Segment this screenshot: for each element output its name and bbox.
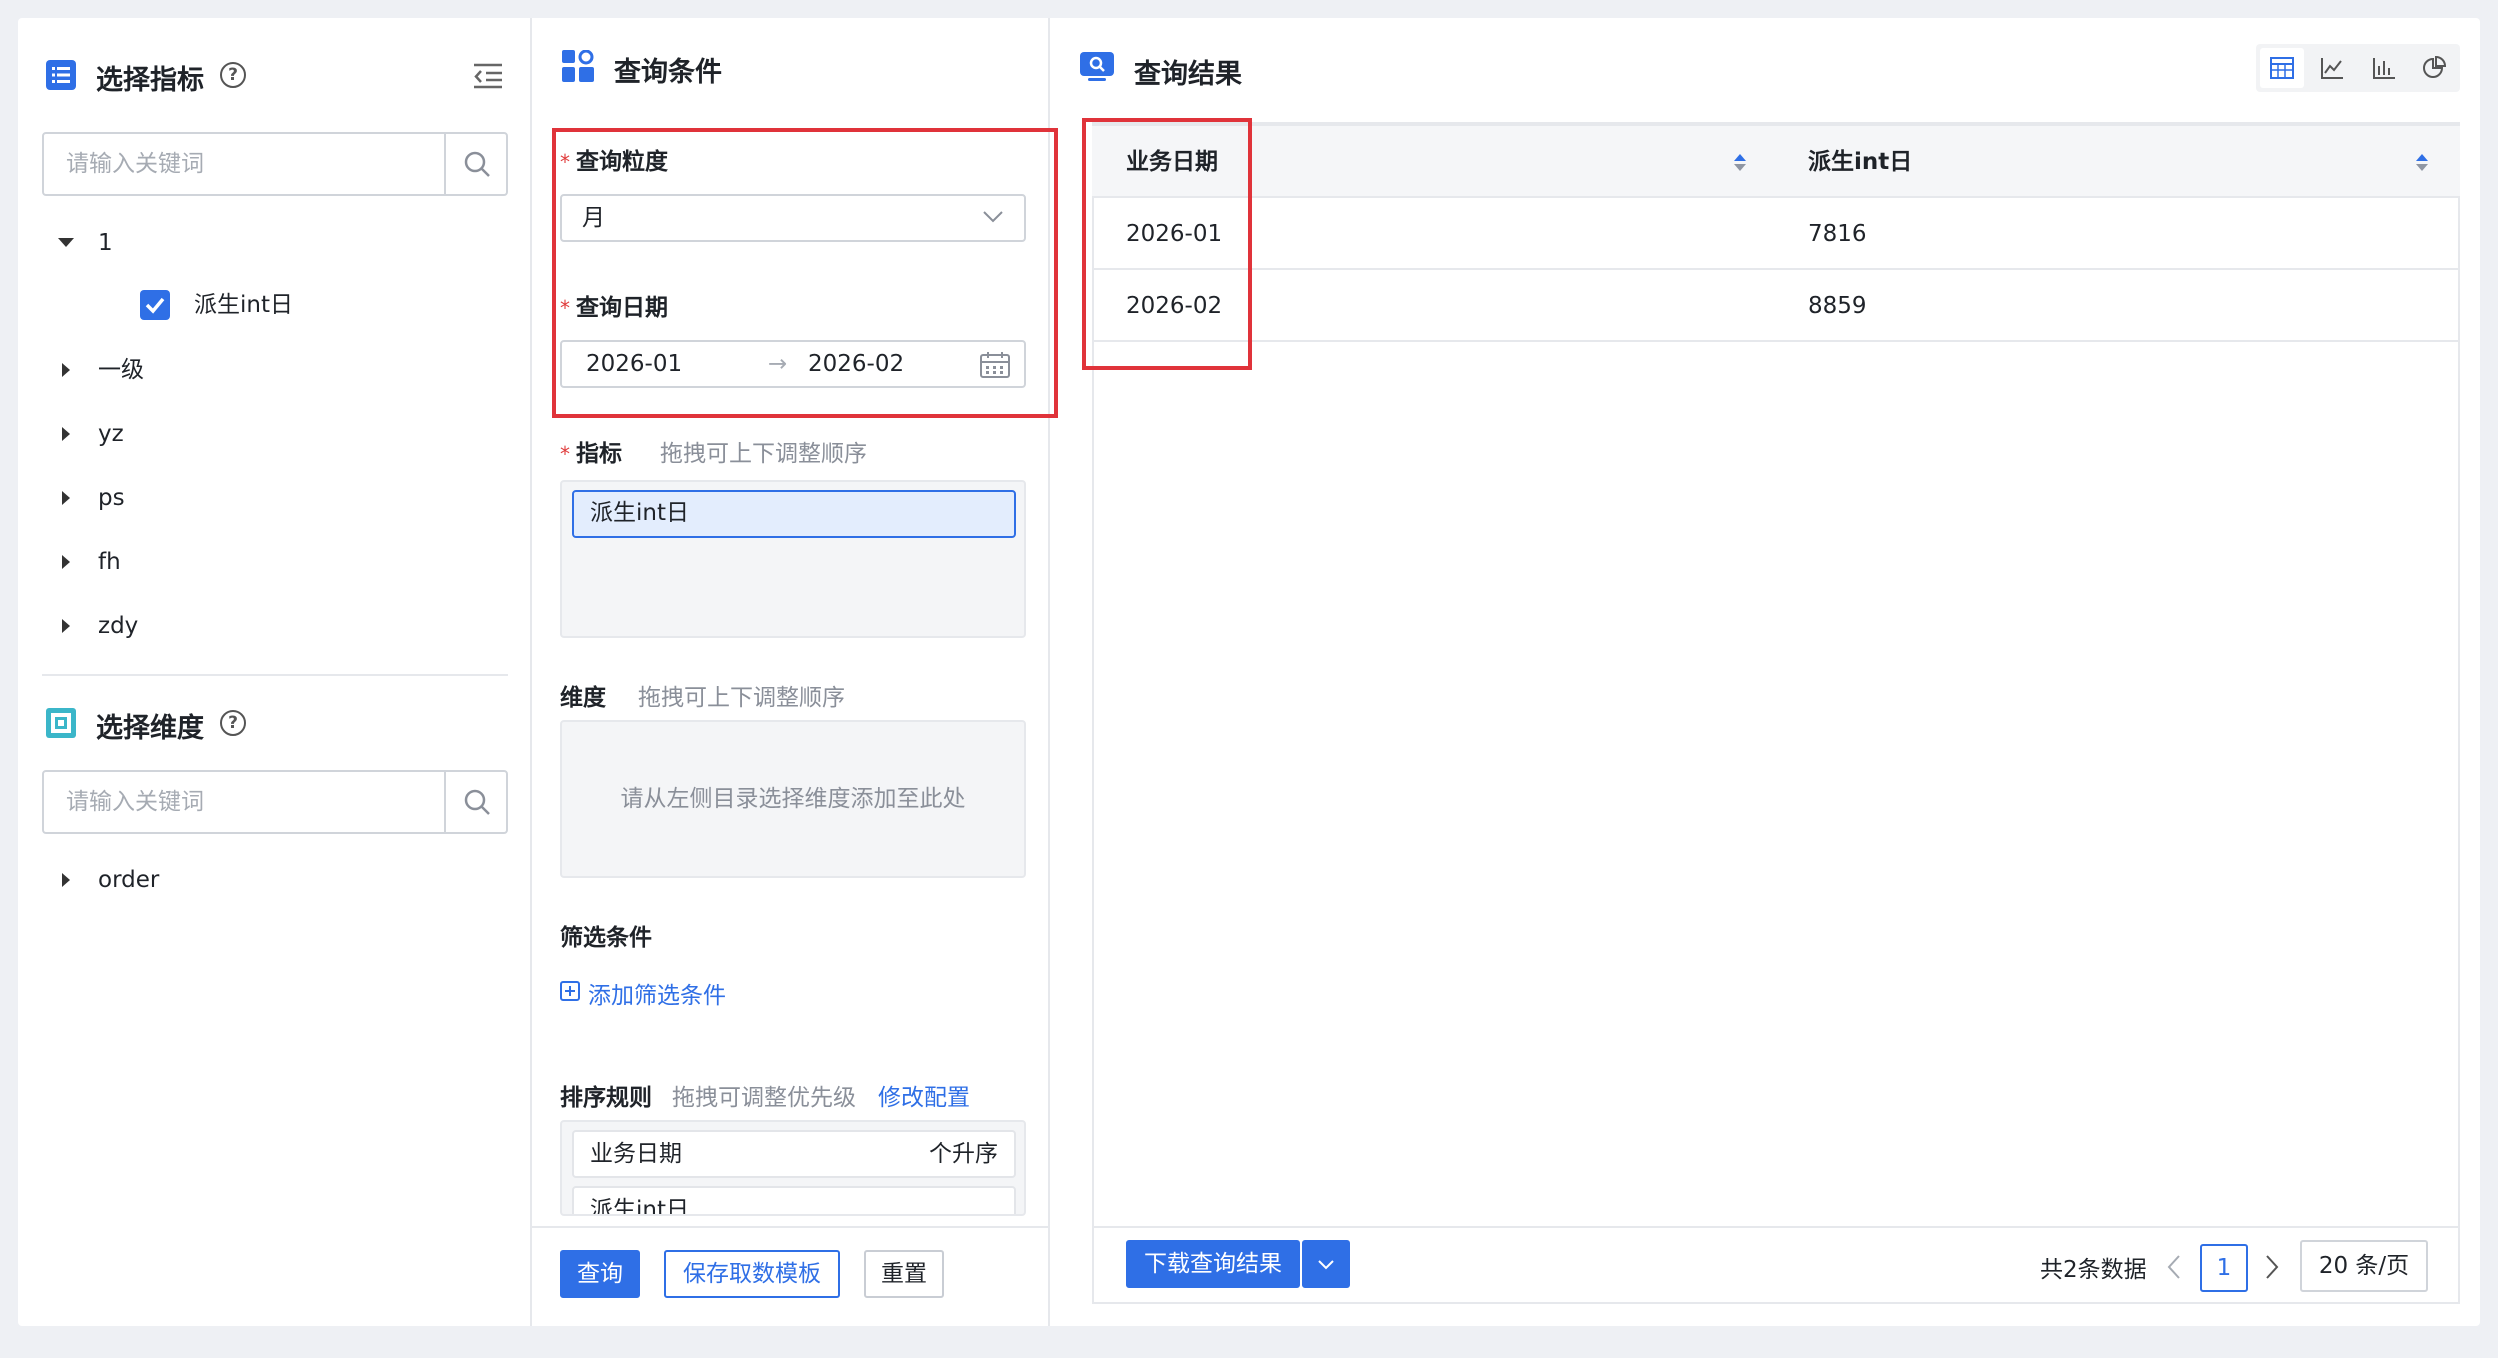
- query-results-panel: 查询结果 业务日期 派生int日 2026-01 7816 2026-02 88…: [1050, 18, 2480, 1326]
- app-window: 选择指标 ? 1 派生int日 一级 yz ps fh zdy: [18, 18, 2480, 1326]
- metrics-search: [42, 132, 508, 196]
- chevron-left-icon[interactable]: [2166, 1254, 2182, 1284]
- collapse-panel-icon[interactable]: [472, 62, 504, 94]
- tree-node-zdy[interactable]: zdy: [98, 606, 138, 646]
- sort-rule-row[interactable]: 业务日期 个升序: [572, 1130, 1016, 1178]
- view-line-chart-button[interactable]: [2310, 48, 2354, 88]
- highlight-box-date-column: [1082, 118, 1252, 370]
- tree-node-1[interactable]: 1: [98, 223, 113, 263]
- sort-rule-field: 派生int日: [590, 1197, 689, 1216]
- chevron-right-icon[interactable]: [2264, 1254, 2280, 1284]
- sort-hint: 拖拽可调整优先级: [672, 1085, 856, 1111]
- divider: [42, 674, 508, 676]
- dimensions-label: 维度: [560, 685, 606, 711]
- results-table: 业务日期 派生int日 2026-01 7816 2026-02 8859: [1092, 124, 2460, 342]
- tree-leaf-metric[interactable]: 派生int日: [194, 285, 293, 325]
- dimensions-search: [42, 770, 508, 834]
- metrics-label: * 指标: [560, 441, 622, 467]
- table-cell: 7816: [1808, 221, 1867, 247]
- sort-icon[interactable]: [2416, 152, 2428, 174]
- tree-collapse-icon[interactable]: [62, 555, 70, 569]
- sort-rules-area: 业务日期 个升序 派生int日: [560, 1120, 1026, 1216]
- check-icon: [145, 297, 165, 314]
- tree-expand-icon[interactable]: [58, 238, 74, 247]
- dimensions-search-button[interactable]: [444, 772, 506, 832]
- metrics-search-input[interactable]: [44, 134, 448, 194]
- view-pie-chart-button[interactable]: [2412, 48, 2456, 88]
- sort-rule-order[interactable]: 个升序: [929, 1132, 998, 1176]
- query-conditions-panel: 查询条件 * 查询粒度 月 * 查询日期 2026-01 → 2026-02 * 指标…: [532, 18, 1058, 1326]
- total-count: 共2条数据: [2040, 1257, 2147, 1283]
- page-size-select[interactable]: 20 条/页: [2300, 1240, 2428, 1292]
- tree-collapse-icon[interactable]: [62, 427, 70, 441]
- view-table-button[interactable]: [2260, 48, 2304, 88]
- plus-square-icon[interactable]: [560, 981, 580, 1005]
- view-mode-switch: [2256, 44, 2460, 92]
- query-conditions-title: 查询条件: [614, 57, 722, 88]
- dimensions-drop-area[interactable]: 请从左侧目录选择维度添加至此处: [560, 720, 1026, 878]
- table-header-row: 业务日期 派生int日: [1092, 126, 2460, 198]
- chevron-down-icon: [1318, 1260, 1334, 1270]
- bar-chart-icon: [2373, 58, 2395, 79]
- tree-node-ps[interactable]: ps: [98, 478, 125, 518]
- metrics-title: 选择指标: [96, 65, 204, 96]
- table-row: 2026-01 7816: [1092, 198, 2460, 270]
- add-filter-link[interactable]: 添加筛选条件: [588, 976, 726, 1010]
- view-bar-chart-button[interactable]: [2362, 48, 2406, 88]
- reset-button[interactable]: 重置: [864, 1250, 944, 1298]
- selected-metric-chip[interactable]: 派生int日: [572, 490, 1016, 538]
- tree-node-yz[interactable]: yz: [98, 414, 124, 454]
- pie-chart-icon: [2423, 56, 2446, 78]
- divider: [532, 1226, 1048, 1228]
- table-icon: [2270, 57, 2294, 79]
- tree-collapse-icon[interactable]: [62, 619, 70, 633]
- download-results-button[interactable]: 下载查询结果: [1126, 1240, 1300, 1288]
- sort-rule-field: 业务日期: [590, 1141, 682, 1167]
- dimensions-hint: 拖拽可上下调整顺序: [638, 685, 845, 711]
- line-chart-icon: [2321, 58, 2343, 79]
- highlight-box-conditions: [552, 128, 1058, 418]
- tree-collapse-icon[interactable]: [62, 363, 70, 377]
- metrics-help-icon[interactable]: ?: [220, 62, 246, 88]
- divider: [1094, 1226, 2458, 1228]
- save-template-button[interactable]: 保存取数模板: [664, 1250, 840, 1298]
- download-options-button[interactable]: [1302, 1240, 1350, 1288]
- table-row: 2026-02 8859: [1092, 270, 2460, 342]
- search-result-icon: [1080, 52, 1114, 86]
- sort-icon[interactable]: [1734, 152, 1746, 174]
- dimensions-help-icon[interactable]: ?: [220, 710, 246, 736]
- dimensions-search-input[interactable]: [44, 772, 448, 832]
- search-icon: [464, 151, 490, 177]
- page-number-current[interactable]: 1: [2200, 1244, 2248, 1292]
- edit-sort-config-link[interactable]: 修改配置: [878, 1078, 970, 1112]
- query-results-title: 查询结果: [1134, 59, 1242, 90]
- left-panel: 选择指标 ? 1 派生int日 一级 yz ps fh zdy: [18, 18, 532, 1326]
- dimensions-empty-text: 请从左侧目录选择维度添加至此处: [620, 786, 966, 812]
- dimensions-icon: [46, 708, 76, 742]
- tree-node-order[interactable]: order: [98, 860, 159, 900]
- filter-label: 筛选条件: [560, 925, 652, 951]
- tree-collapse-icon[interactable]: [62, 491, 70, 505]
- metric-checkbox-checked[interactable]: [140, 290, 170, 320]
- metrics-search-button[interactable]: [444, 134, 506, 194]
- search-icon: [464, 789, 490, 815]
- tree-node-yiji[interactable]: 一级: [98, 350, 144, 390]
- column-header-metric[interactable]: 派生int日: [1808, 126, 1912, 198]
- dimensions-title: 选择维度: [96, 713, 204, 744]
- tree-collapse-icon[interactable]: [62, 873, 70, 887]
- tree-node-fh[interactable]: fh: [98, 542, 121, 582]
- query-button[interactable]: 查询: [560, 1250, 640, 1298]
- dashboard-icon: [562, 49, 594, 86]
- sort-rule-row[interactable]: 派生int日: [572, 1186, 1016, 1216]
- metrics-list-icon: [46, 60, 76, 94]
- sort-label: 排序规则: [560, 1085, 652, 1111]
- table-cell: 8859: [1808, 293, 1867, 319]
- metrics-hint: 拖拽可上下调整顺序: [660, 441, 867, 467]
